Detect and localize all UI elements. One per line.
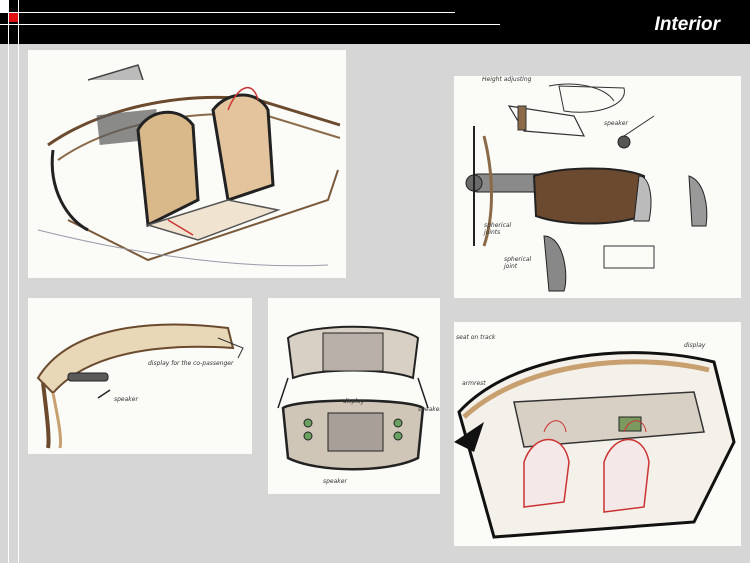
- note-spherical-joints: spherical joints: [484, 222, 512, 236]
- sketch-panel-ceiling-display: display for the co-passenger speaker: [28, 298, 252, 454]
- rear-seats-sketch: [454, 351, 736, 539]
- cabin-perspective-sketch: [37, 64, 341, 267]
- note-speaker-left: speaker: [114, 396, 138, 403]
- note-height-adjusting: Height adjusting: [482, 76, 532, 83]
- note-display: display: [343, 398, 365, 405]
- sketch-panel-display-mechanism: Height adjusting speaker spherical joint…: [454, 76, 741, 298]
- left-guide-line-2: [18, 0, 19, 563]
- note-speaker: speaker: [604, 120, 628, 127]
- note-armrest: armrest: [462, 380, 486, 387]
- note-seat-on-track: seat on track: [456, 334, 496, 341]
- note-display-right: display: [684, 342, 706, 349]
- header-rule-bottom: [0, 24, 500, 25]
- ceiling-display-sketch: [36, 323, 244, 449]
- page-title: Interior: [654, 14, 720, 35]
- sketch-panel-dashboard-display: speaker speaker display: [268, 298, 440, 494]
- display-mechanism-sketch: [465, 83, 708, 292]
- sketch-panel-rear-seats: seat on track display armrest: [454, 322, 741, 546]
- header-white-block: [0, 0, 8, 12]
- note-speaker-bottom: speaker: [323, 478, 347, 485]
- note-spherical-joint: spherical joint: [504, 256, 532, 270]
- sketch-panel-cabin-perspective: [28, 50, 346, 278]
- left-guide-line-1: [8, 0, 9, 563]
- dashboard-display-sketch: [277, 325, 429, 471]
- note-speaker-right: speaker: [418, 406, 440, 413]
- header-bar: [0, 0, 750, 44]
- header-rule-top: [0, 12, 455, 13]
- header-red-accent: [8, 12, 18, 22]
- note-copassenger-display: display for the co-passenger: [148, 360, 234, 367]
